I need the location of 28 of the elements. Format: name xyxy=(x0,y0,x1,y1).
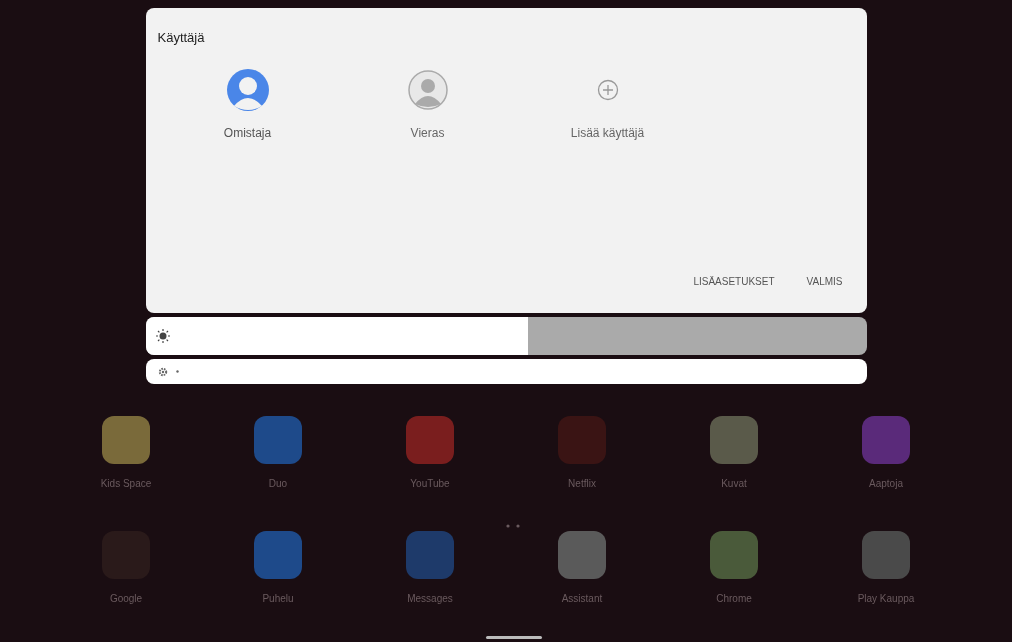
add-icon xyxy=(596,78,619,101)
user-avatar-icon xyxy=(225,67,270,112)
navigation-handle[interactable] xyxy=(486,636,542,639)
user-option[interactable]: Vieras xyxy=(337,63,518,146)
app-shortcut[interactable]: Kuvat xyxy=(658,416,810,491)
app-shortcut[interactable]: Puhelu xyxy=(202,531,354,606)
dot-icon xyxy=(175,370,179,373)
page-indicator-icon xyxy=(506,524,520,528)
app-shortcut[interactable]: YouTube xyxy=(354,416,506,491)
app-shortcut[interactable]: Duo xyxy=(202,416,354,491)
app-shortcut[interactable]: Google xyxy=(50,531,202,606)
dialog-button[interactable]: LISÄASETUKSET xyxy=(681,270,787,293)
dialog-button[interactable]: VALMIS xyxy=(794,270,855,293)
brightness-icon xyxy=(155,329,170,343)
app-shortcut[interactable]: Aaptoja xyxy=(810,416,962,491)
app-shortcut[interactable]: Kids Space xyxy=(50,416,202,491)
settings-icon xyxy=(157,366,168,377)
user-avatar-icon xyxy=(407,69,448,110)
panel-title: Käyttäjä xyxy=(157,29,206,47)
app-shortcut[interactable]: Play Kauppa xyxy=(810,531,962,606)
app-shortcut[interactable]: Messages xyxy=(354,531,506,606)
brightness-slider[interactable] xyxy=(145,317,867,355)
app-shortcut[interactable]: Netflix xyxy=(506,416,658,491)
user-option[interactable]: Omistaja xyxy=(157,63,338,146)
settings-bar[interactable] xyxy=(145,359,867,384)
user-option[interactable]: Lisää käyttäjä xyxy=(517,63,698,146)
app-shortcut[interactable]: Assistant xyxy=(506,531,658,606)
app-shortcut[interactable]: Chrome xyxy=(658,531,810,606)
